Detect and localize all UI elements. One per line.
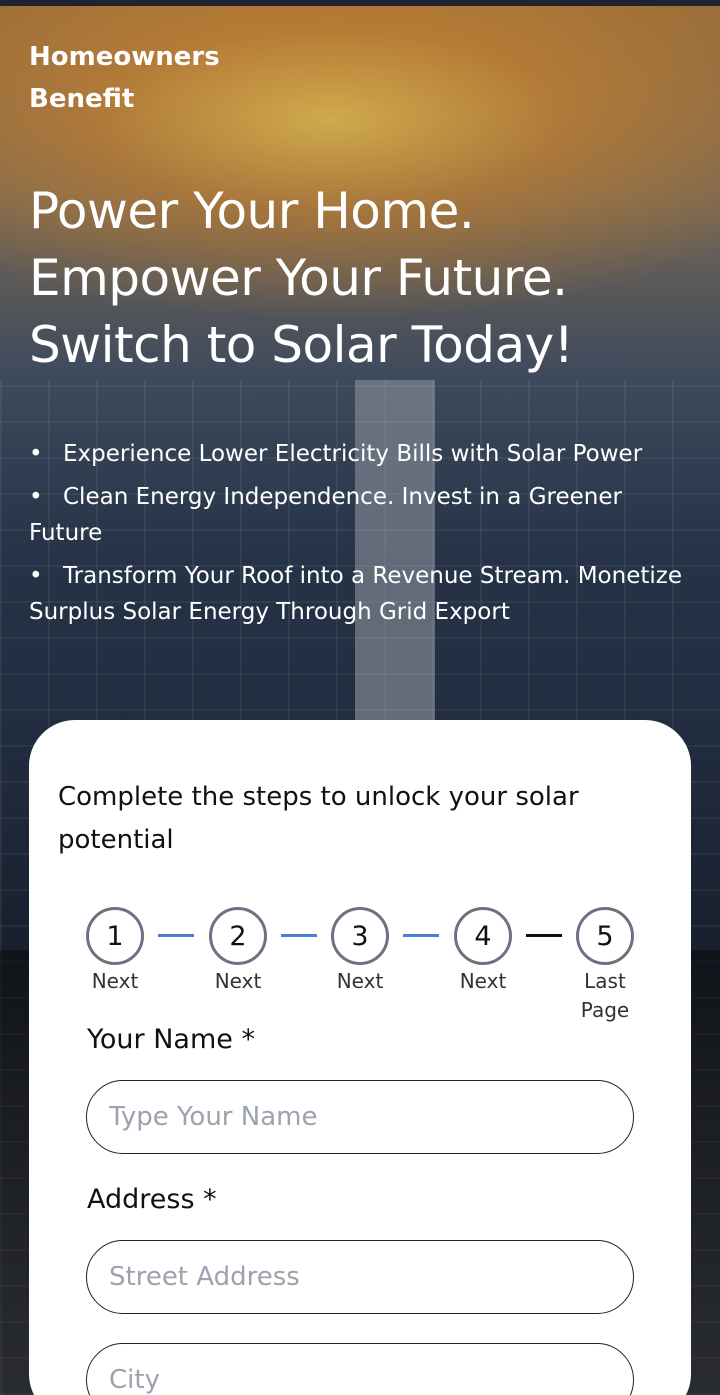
step-label: Next [459,969,507,993]
step-label: Last Page [580,969,630,1022]
form-title: Complete the steps to unlock your solar … [58,782,579,855]
street-address-input[interactable] [86,1240,634,1314]
benefit-item: • Transform Your Roof into a Revenue Stre… [29,558,699,630]
step-4[interactable]: 4 Next [454,907,512,996]
step-2[interactable]: 2 Next [209,907,267,996]
bullet-icon: • [29,441,43,467]
step-3[interactable]: 3 Next [331,907,389,996]
hero-headline: Power Your Home. Empower Your Future. Sw… [29,178,709,379]
benefits-list: • Experience Lower Electricity Bills with… [29,436,699,637]
benefit-text: Transform Your Roof into a Revenue Strea… [29,563,682,625]
address-label: Address * [87,1184,217,1215]
brand-logo[interactable]: Homeowners Benefit [29,36,289,120]
step-number: 1 [86,907,144,965]
benefit-text: Clean Energy Independence. Invest in a G… [29,484,622,546]
city-input[interactable] [86,1343,634,1395]
step-connector [158,934,194,937]
top-bar [0,0,720,6]
brand-line-2: Benefit [29,84,135,114]
step-label: Next [91,969,139,993]
name-label: Your Name * [87,1024,255,1055]
step-connector [281,934,317,937]
headline-line-2: Empower Your Future. [29,249,568,307]
step-connector [403,934,439,937]
benefit-item: • Experience Lower Electricity Bills with… [29,436,699,472]
bullet-icon: • [29,484,43,510]
brand-line-1: Homeowners [29,42,220,72]
step-1[interactable]: 1 Next [86,907,144,996]
step-number: 5 [576,907,634,965]
bullet-icon: • [29,563,43,589]
headline-line-1: Power Your Home. [29,182,475,240]
benefit-text: Experience Lower Electricity Bills with … [63,441,643,467]
step-label: Next [214,969,262,993]
step-number: 4 [454,907,512,965]
step-label: Next [336,969,384,993]
step-connector [526,934,562,937]
name-input[interactable] [86,1080,634,1154]
benefit-item: • Clean Energy Independence. Invest in a … [29,479,699,551]
step-5[interactable]: 5 Last Page [576,907,634,1025]
headline-line-3: Switch to Solar Today! [29,316,574,374]
step-number: 2 [209,907,267,965]
step-number: 3 [331,907,389,965]
